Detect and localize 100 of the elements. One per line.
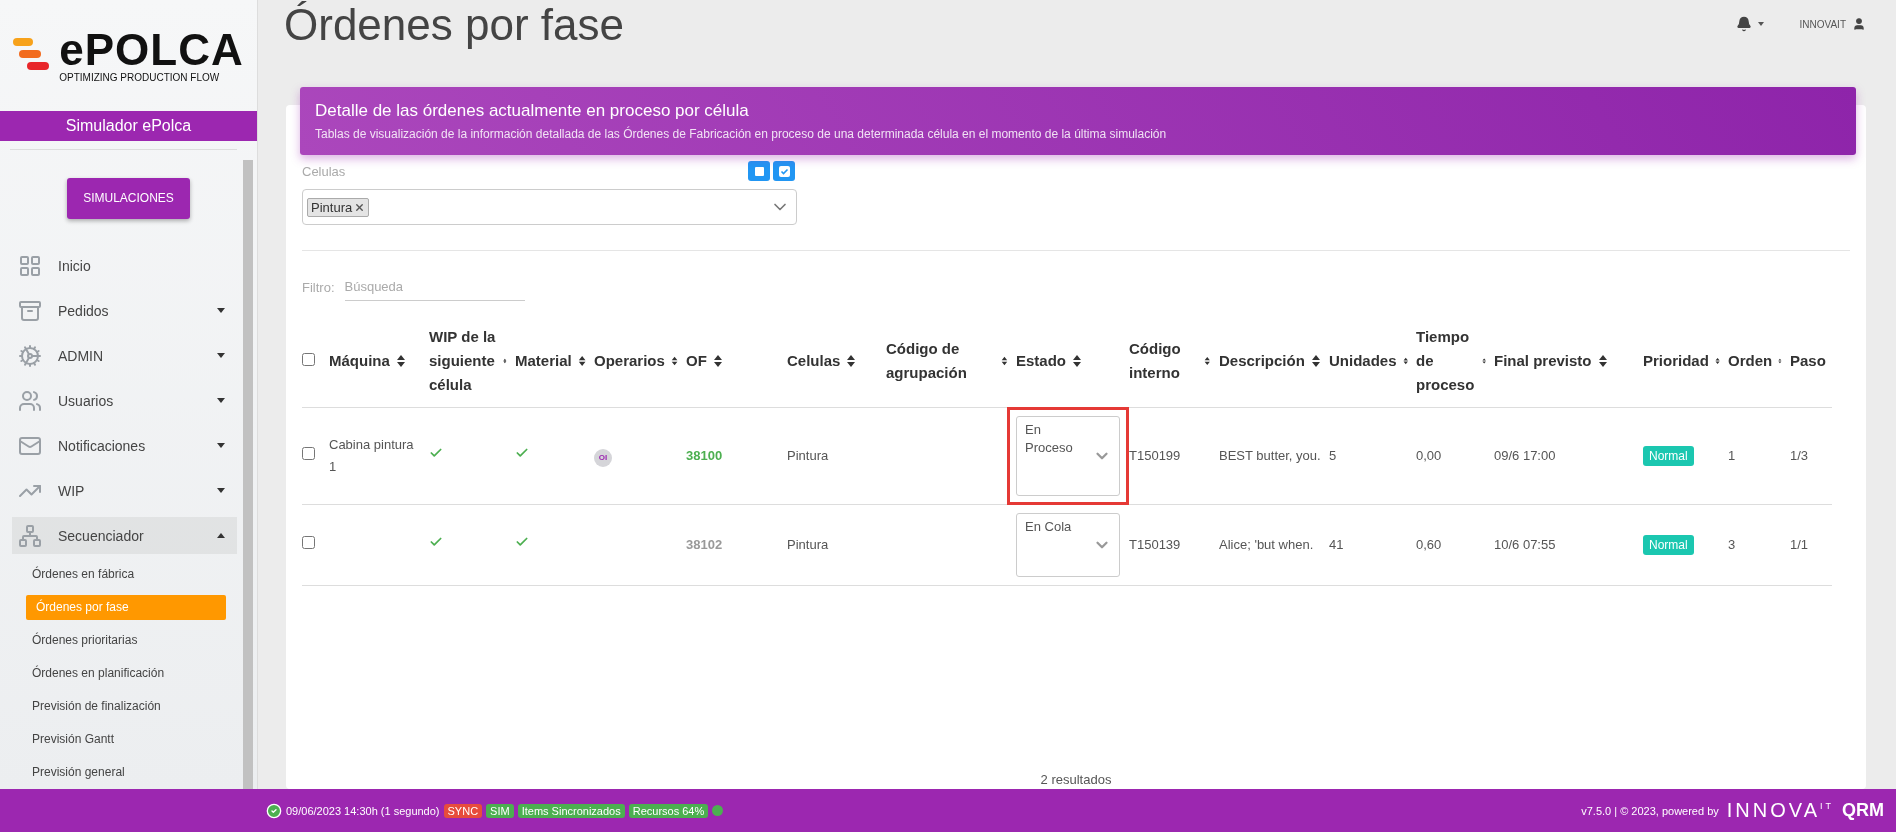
caret-icon[interactable] [1757, 22, 1764, 26]
page-title: Órdenes por fase [284, 0, 625, 50]
brand-tagline: OPTIMIZING PRODUCTION FLOW [59, 71, 221, 83]
results-count: 2 resultados [1039, 772, 1113, 789]
submenu-item[interactable]: Previsión de finalización [32, 694, 161, 719]
order-number: 38100 [686, 448, 723, 463]
column-header[interactable]: Operarios [594, 349, 665, 373]
column-header[interactable]: WIP de la siguiente célula [429, 325, 498, 397]
status-badge: SIM [486, 803, 514, 818]
status-badge: Recursos 64% [628, 803, 709, 818]
remove-icon[interactable] [354, 201, 366, 213]
column-header[interactable]: Final previsto [1494, 349, 1592, 373]
caret-icon [217, 308, 225, 313]
caret-icon [217, 443, 225, 448]
status-dot [712, 805, 724, 816]
dashboard-icon [18, 253, 42, 278]
column-header[interactable]: Código de agrupación [886, 337, 996, 385]
filter-label: Filtro: [302, 279, 335, 295]
card-title: Detalle de las órdenes actualmente en proceso por célula [315, 101, 750, 121]
sidebar-item-label: Usuarios [58, 392, 115, 409]
priority-badge: Normal [1643, 535, 1694, 555]
column-header[interactable]: Descripción [1219, 349, 1305, 373]
caret-icon [217, 398, 225, 403]
submenu-item[interactable]: Previsión Gantt [32, 727, 115, 752]
column-header[interactable]: Material [515, 349, 572, 373]
table-cell: 0,60 [1416, 537, 1442, 552]
table-cell: 3 [1728, 537, 1736, 552]
select-all-button[interactable] [773, 161, 795, 181]
tag-chip[interactable]: Pintura [307, 197, 370, 217]
caret-icon [217, 533, 225, 538]
partner-logo: INNOVA$^{IT}$ [1726, 799, 1834, 822]
priority-badge: Normal [1643, 446, 1694, 466]
order-number: 38102 [686, 537, 723, 552]
simulations-button[interactable]: SIMULACIONES [67, 177, 190, 219]
table-cell: Alice; 'but when. [1219, 537, 1314, 552]
row-checkbox[interactable] [302, 447, 315, 460]
bell-icon[interactable] [1735, 16, 1752, 32]
sidebar-item-label: Notificaciones [58, 437, 147, 454]
table-cell: 10/6 07:55 [1494, 537, 1556, 552]
sidebar-item[interactable]: ADMIN [12, 337, 237, 374]
card-subtitle: Tablas de visualización de la información detallada de las Órdenes de Fabricación en proceso de una determinada célula en el momento de la última simulación [315, 127, 1168, 141]
table-cell: BEST butter, you. [1219, 448, 1321, 463]
table-cell: Cabina pintura 1 [329, 437, 414, 474]
operator-avatar: OI [594, 449, 612, 467]
column-header[interactable]: Máquina [329, 349, 390, 373]
users-icon [18, 388, 42, 413]
status-badge: SYNC [443, 803, 483, 818]
submenu-item[interactable]: Previsión general [32, 760, 125, 785]
user-icon[interactable] [1852, 17, 1866, 31]
sidebar-item[interactable]: WIP [12, 472, 237, 509]
select-all-checkbox[interactable] [302, 353, 315, 366]
column-header[interactable]: Paso [1790, 349, 1826, 373]
hierarchy-icon [18, 523, 42, 548]
sidebar-item[interactable]: Secuenciador [12, 517, 237, 554]
state-select[interactable]: En Proceso [1016, 416, 1120, 496]
submenu-item[interactable]: Órdenes en planificación [32, 661, 165, 686]
table-cell: T150139 [1129, 537, 1181, 552]
scrollbar[interactable] [243, 160, 253, 789]
sidebar-item-label: ADMIN [58, 347, 105, 364]
column-header[interactable]: Unidades [1329, 349, 1397, 373]
column-header[interactable]: Celulas [787, 349, 841, 373]
archive-icon [18, 298, 42, 323]
sync-timestamp: 09/06/2023 14:30h (1 segundo) [286, 804, 440, 817]
caret-icon [217, 353, 225, 358]
sidebar-item-label: Secuenciador [58, 527, 145, 544]
user-name[interactable]: INNOVAIT [1799, 18, 1846, 30]
table-cell: 1/3 [1790, 448, 1809, 463]
column-header[interactable]: Prioridad [1643, 349, 1709, 373]
table-cell: Pintura [787, 537, 829, 552]
status-badge: Items Sincronizados [517, 803, 625, 818]
sidebar-item[interactable]: Inicio [12, 247, 237, 284]
submenu-item[interactable]: Órdenes prioritarias [32, 628, 138, 653]
cell-select[interactable]: Pintura [302, 189, 797, 225]
column-header[interactable]: Orden [1728, 349, 1773, 373]
table-cell: T150199 [1129, 448, 1181, 463]
brand-name: ePOLCA [59, 27, 244, 72]
sidebar-item[interactable]: Notificaciones [12, 427, 237, 464]
table-cell: 09/6 17:00 [1494, 448, 1556, 463]
deselect-all-button[interactable] [748, 161, 770, 181]
column-header[interactable]: Tiempo de proceso [1416, 325, 1476, 397]
caret-icon [217, 488, 225, 493]
table-cell: 5 [1329, 448, 1337, 463]
submenu-item[interactable]: Órdenes en fábrica [32, 562, 135, 587]
column-header[interactable]: OF [686, 349, 707, 373]
check-circle-icon [266, 802, 282, 819]
version-text: v7.5.0 | © 2023, powered by [1581, 804, 1719, 817]
table-cell: 0,00 [1416, 448, 1442, 463]
sidebar-item[interactable]: Pedidos [12, 292, 237, 329]
state-select[interactable]: En Cola [1016, 513, 1120, 577]
sidebar-item[interactable]: Usuarios [12, 382, 237, 419]
row-checkbox[interactable] [302, 536, 315, 549]
sidebar-item-label: Pedidos [58, 302, 110, 319]
product-logo: QRM [1842, 800, 1884, 821]
sidebar-title: Simulador ePolca [0, 110, 257, 141]
sidebar-item-label: WIP [58, 482, 86, 499]
field-label: Celulas [302, 163, 346, 179]
table-cell: 1 [1728, 448, 1736, 463]
column-header[interactable]: Código interno [1129, 337, 1199, 385]
column-header[interactable]: Estado [1016, 349, 1066, 373]
table-cell: 1/1 [1790, 537, 1809, 552]
